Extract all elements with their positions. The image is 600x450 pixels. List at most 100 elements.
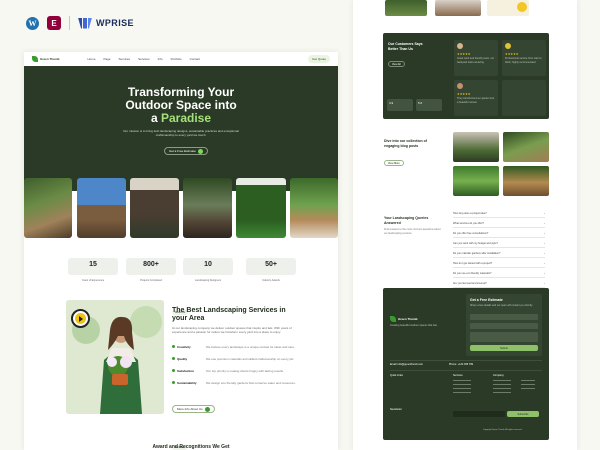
faq-question: Are you licensed and insured? <box>453 282 487 285</box>
stat-card-awards: 50+ Industry Awards <box>246 258 296 282</box>
service-name: Quality <box>177 357 188 361</box>
top-nav: Green Thumb Home Page Services Services … <box>24 52 338 66</box>
avatar <box>457 83 463 89</box>
wordpress-icon: W <box>26 16 39 30</box>
faq-question: What services do you offer? <box>453 222 484 225</box>
top-partial-card-2 <box>435 0 481 16</box>
faq-item[interactable]: Do you maintain gardens after installati… <box>453 252 545 258</box>
service-text: We believe every landscape is a unique c… <box>206 345 295 349</box>
testimonial-card-1: ★★★★★ Great work and friendly team, our … <box>454 40 498 76</box>
service-name: Sustainability <box>177 381 197 385</box>
check-icon <box>172 345 175 348</box>
project-photo-1 <box>24 178 72 238</box>
rating-stars: ★★★★★ <box>457 52 471 56</box>
stat-value: 800+ <box>143 261 159 268</box>
nav-link-contact[interactable]: Contact <box>190 57 200 61</box>
nav-link-services-2[interactable]: Services <box>138 57 150 61</box>
faq-question: Can you work with my budget and style? <box>453 242 498 245</box>
top-partial-card-1 <box>385 0 427 16</box>
view-all-label: View All <box>392 62 401 66</box>
estimate-form-card: Get a Free Estimate Share a few details … <box>466 294 542 356</box>
service-item-sustainability: Sustainability We design eco friendly ga… <box>172 381 312 385</box>
play-icon <box>75 313 86 324</box>
more-info-button[interactable]: More Info About Us <box>172 405 215 413</box>
faq-item[interactable]: Do you offer free consultations? › <box>453 232 545 238</box>
faq-title: Your Landscaping Queries Answered <box>384 216 429 225</box>
faq-item[interactable]: Do you use eco friendly materials? › <box>453 272 545 278</box>
service-text: We use premium materials and skilled cra… <box>206 357 295 361</box>
testimonial-card-3: ★★★★★ They transformed our garden into a… <box>454 80 498 116</box>
footer-tagline: Creating beautiful outdoor spaces that l… <box>390 324 438 327</box>
testimonial-text: They transformed our garden into a beaut… <box>457 97 495 104</box>
subscribe-button[interactable]: Subscribe <box>507 411 539 417</box>
view-all-button[interactable]: View All <box>388 61 405 67</box>
stat-label: Landscaping Designers <box>194 279 222 282</box>
chevron-right-icon: › <box>544 252 545 255</box>
project-photo-6 <box>290 178 338 238</box>
homepage-preview: Green Thumb Home Page Services Services … <box>24 52 338 450</box>
gallery-photo-1 <box>453 132 499 162</box>
project-photo-2 <box>77 178 126 238</box>
faq-item[interactable]: How long does a project take? › <box>453 212 545 218</box>
brand-name: Green Thumb <box>40 57 60 61</box>
faq-question: How long does a project take? <box>453 212 487 215</box>
video-play-button[interactable] <box>71 309 90 328</box>
check-icon <box>172 381 175 384</box>
hero-estimate-button[interactable]: Get a Free Estimate <box>164 147 208 155</box>
form-field-name[interactable] <box>470 314 538 320</box>
arrow-icon <box>204 406 210 412</box>
stat-label: Years of Experience <box>81 279 105 282</box>
hero-title-line2: Outdoor Space into <box>125 98 237 112</box>
hero-title-line1: Transforming Your <box>127 85 235 99</box>
awards-title: Award and Recognitions We Get <box>152 444 230 450</box>
rating-stars: ★★★★★ <box>505 52 519 56</box>
faq-question: Do you maintain gardens after installati… <box>453 252 501 255</box>
footer-col-quick-links: Quick Links <box>390 374 403 377</box>
form-field-message[interactable] <box>470 332 538 342</box>
nav-link-portfolio[interactable]: Portfolio <box>171 57 182 61</box>
nav-link-home[interactable]: Home <box>88 57 96 61</box>
footer-copyright: Copyright Green Thumb. All rights reserv… <box>483 429 522 431</box>
divider <box>69 16 70 30</box>
faq-question: Do you use eco friendly materials? <box>453 272 492 275</box>
footer-brand: Green Thumb <box>390 316 418 322</box>
testimonial-text: Professional service from start to finis… <box>505 57 542 64</box>
hero-section: Transforming Your Outdoor Space into a P… <box>24 66 338 191</box>
hero-title-highlight: Paradise <box>160 111 212 125</box>
brand-logos: W E WPRISE <box>26 16 134 30</box>
gallery-button-label: View More <box>388 161 400 165</box>
form-field-email[interactable] <box>470 323 538 329</box>
footer-links-placeholder-2 <box>493 380 511 396</box>
more-info-label: More Info About Us <box>177 407 203 411</box>
gallery-view-more-button[interactable]: View More <box>384 160 404 166</box>
footer-divider <box>390 360 542 361</box>
nav-link-services[interactable]: Services <box>119 57 131 61</box>
stat-label: Projects Completed <box>140 279 162 282</box>
faq-intro: Find answers to the most common question… <box>384 228 441 235</box>
nav-link-info[interactable]: Info <box>158 57 163 61</box>
stat-value: 15 <box>89 261 97 268</box>
services-title: The Best Landscaping Services in your Ar… <box>172 307 286 322</box>
gallery-photo-3 <box>453 166 499 196</box>
newsletter-email-input[interactable] <box>453 411 505 417</box>
rating-box-1: 4.9 <box>387 99 413 111</box>
nav-brand[interactable]: Green Thumb <box>32 56 60 62</box>
faq-item[interactable]: What services do you offer? › <box>453 222 545 228</box>
service-name: Satisfaction <box>177 369 195 373</box>
wprise-icon <box>78 17 92 29</box>
submit-label: Submit <box>500 346 508 350</box>
subscribe-label: Subscribe <box>517 412 529 416</box>
form-submit-button[interactable]: Submit <box>470 345 538 351</box>
nav-cta-button[interactable]: Get Quote <box>308 55 330 63</box>
footer-brand-name: Green Thumb <box>398 317 418 321</box>
stat-value: 10 <box>204 261 212 268</box>
nav-link-page[interactable]: Page <box>104 57 111 61</box>
check-icon <box>172 369 175 372</box>
wprise-logo: WPRISE <box>78 17 134 29</box>
chevron-right-icon: › <box>544 282 545 285</box>
faq-item[interactable]: How do I get started with a project? › <box>453 262 545 268</box>
gallery-photo-2 <box>503 132 549 162</box>
faq-item[interactable]: Can you work with my budget and style? › <box>453 242 545 248</box>
service-item-satisfaction: Satisfaction Our top priority is making … <box>172 369 312 373</box>
service-text: Our top priority is making clients happy… <box>206 369 284 373</box>
